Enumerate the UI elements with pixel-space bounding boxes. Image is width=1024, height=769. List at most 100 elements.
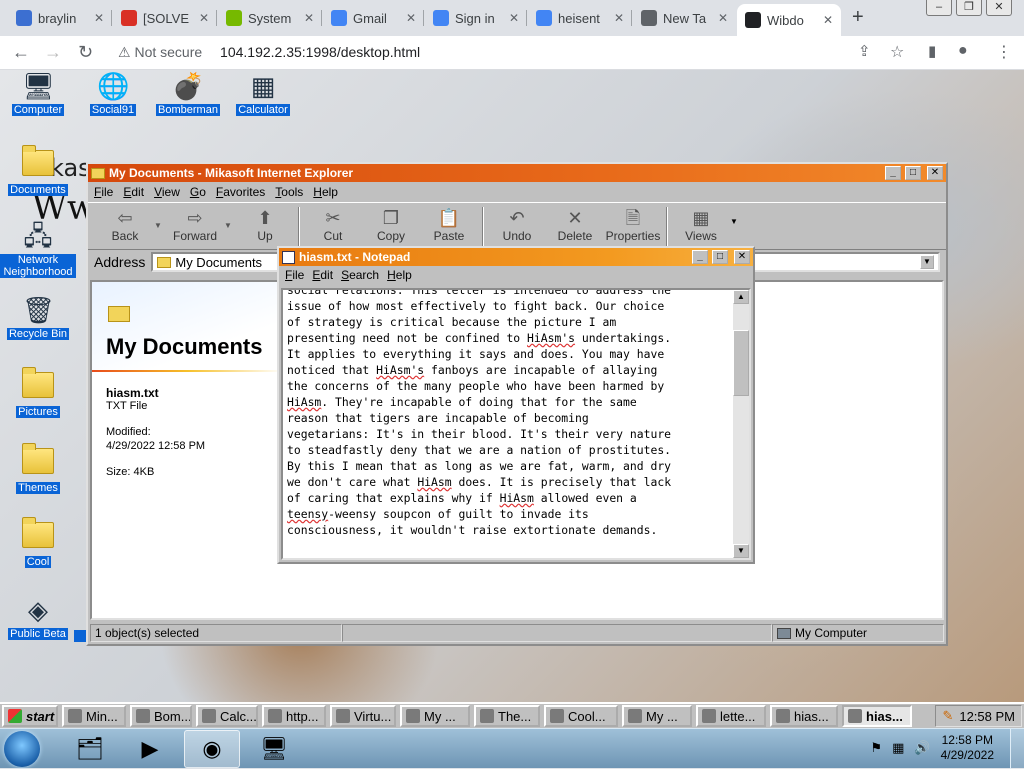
menu-item[interactable]: Help: [387, 268, 412, 282]
toolbar-button[interactable]: ▦ Views: [672, 207, 730, 243]
taskbar-item[interactable]: Calc...: [196, 705, 258, 727]
views-dropdown-icon[interactable]: ▼: [730, 207, 742, 226]
bookmark-star-icon[interactable]: ☆: [890, 42, 904, 62]
minimize-button[interactable]: _: [885, 166, 901, 180]
taskbar-item[interactable]: Virtu...: [330, 705, 396, 727]
toolbar-button[interactable]: ⬆ Up: [236, 207, 294, 243]
menu-item[interactable]: File: [285, 268, 304, 282]
taskbar-item[interactable]: Bom...: [130, 705, 192, 727]
taskbar-item[interactable]: My ...: [622, 705, 692, 727]
taskbar-item[interactable]: Cool...: [544, 705, 618, 727]
menu-item[interactable]: Tools: [275, 185, 303, 199]
desktop-icon[interactable]: Cool: [0, 517, 76, 568]
menu-item[interactable]: Go: [190, 185, 206, 199]
reload-icon[interactable]: ↻: [78, 42, 93, 63]
browser-tab[interactable]: heisent ✕: [528, 4, 632, 32]
tab-close-icon[interactable]: ✕: [199, 11, 209, 25]
desktop-icon[interactable]: 🖧 Network Neighborhood: [0, 220, 76, 278]
close-button[interactable]: ✕: [927, 166, 943, 180]
toolbar-button[interactable]: ❐ Copy: [362, 207, 420, 243]
toolbar-button[interactable]: ⇦ Back: [96, 207, 154, 243]
notepad-text[interactable]: social relations. This letter is intende…: [283, 290, 749, 538]
volume-icon[interactable]: 🔊: [914, 740, 930, 756]
menu-item[interactable]: Edit: [123, 185, 144, 199]
taskbar-item[interactable]: hias...: [770, 705, 838, 727]
tab-close-icon[interactable]: ✕: [509, 11, 519, 25]
taskbar-item[interactable]: http...: [262, 705, 326, 727]
taskbar-item[interactable]: lette...: [696, 705, 766, 727]
desktop-icon[interactable]: 💣 Bomberman: [150, 70, 226, 116]
maximize-button[interactable]: ❐: [956, 0, 982, 16]
toolbar-button[interactable]: ✂ Cut: [304, 207, 362, 243]
desktop-icon[interactable]: 🖥 Computer: [0, 70, 76, 116]
media-player-pinned-icon[interactable]: ▶: [122, 730, 178, 768]
desktop-icon[interactable]: Themes: [0, 443, 76, 494]
toolbar-button[interactable]: 📋 Paste: [420, 207, 478, 243]
desktop-icon[interactable]: Pictures: [0, 367, 76, 418]
system-clock[interactable]: 12:58 PM 4/29/2022: [941, 733, 994, 763]
menu-kebab-icon[interactable]: ⋮: [996, 42, 1012, 62]
browser-tab[interactable]: Sign in ✕: [425, 4, 527, 32]
taskbar-item[interactable]: Min...: [62, 705, 126, 727]
profile-icon[interactable]: ●: [958, 42, 968, 60]
browser-tab[interactable]: Wibdo ✕: [737, 4, 841, 36]
tab-close-icon[interactable]: ✕: [406, 11, 416, 25]
toolbar-button[interactable]: ⇨ Forward: [166, 207, 224, 243]
browser-tab[interactable]: System ✕: [218, 4, 322, 32]
menu-item[interactable]: Help: [313, 185, 338, 199]
tab-close-icon[interactable]: ✕: [304, 11, 314, 25]
toolbar-button[interactable]: ✕ Delete: [546, 207, 604, 243]
minimize-button[interactable]: –: [926, 0, 952, 16]
omnibox[interactable]: ⚠ Not secure 104.192.2.35:1998/desktop.h…: [118, 44, 420, 61]
menu-item[interactable]: File: [94, 185, 113, 199]
vertical-scrollbar[interactable]: ▲ ▼: [733, 290, 749, 558]
maximize-button[interactable]: □: [712, 250, 728, 264]
close-button[interactable]: ✕: [986, 0, 1012, 16]
back-arrow-icon[interactable]: ←: [12, 42, 30, 63]
explorer-titlebar[interactable]: My Documents - Mikasoft Internet Explore…: [88, 164, 946, 182]
desktop-icon[interactable]: 🌐 Social91: [75, 70, 151, 116]
taskbar-item[interactable]: My ...: [400, 705, 470, 727]
start-orb-icon[interactable]: [4, 731, 40, 767]
share-icon[interactable]: ⇪: [858, 42, 871, 60]
network-icon[interactable]: ▦: [892, 740, 904, 756]
desktop-icon[interactable]: ◈ Public Beta: [0, 594, 76, 640]
show-desktop-button[interactable]: [1010, 729, 1024, 769]
explorer-pinned-icon[interactable]: 🗂: [62, 730, 118, 768]
toolbar-button[interactable]: ↶ Undo: [488, 207, 546, 243]
desktop-icon[interactable]: 🗑 Recycle Bin: [0, 294, 76, 340]
menu-item[interactable]: Favorites: [216, 185, 265, 199]
forward-arrow-icon[interactable]: →: [44, 42, 62, 63]
close-button[interactable]: ✕: [734, 250, 750, 264]
desktop-icon[interactable]: ▦ Calculator: [225, 70, 301, 116]
taskbar-item[interactable]: The...: [474, 705, 540, 727]
scroll-thumb[interactable]: [733, 330, 749, 396]
start-button[interactable]: start: [2, 705, 58, 727]
chrome-pinned-icon[interactable]: ◉: [184, 730, 240, 768]
taskbar-item[interactable]: hias...: [842, 705, 912, 727]
toolbar-button[interactable]: 🗎 Properties: [604, 207, 662, 243]
menu-item[interactable]: Search: [341, 268, 379, 282]
dropdown-arrow-icon[interactable]: ▼: [154, 207, 166, 230]
tab-close-icon[interactable]: ✕: [718, 11, 728, 25]
action-center-icon[interactable]: ⚑: [870, 740, 882, 756]
desktop-icon[interactable]: Documents: [0, 145, 76, 196]
tab-close-icon[interactable]: ✕: [94, 11, 104, 25]
tab-close-icon[interactable]: ✕: [614, 11, 624, 25]
browser-tab[interactable]: braylin ✕: [8, 4, 112, 32]
tab-close-icon[interactable]: ✕: [823, 13, 833, 27]
browser-tab[interactable]: New Ta ✕: [633, 4, 736, 32]
address-dropdown-icon[interactable]: ▼: [920, 255, 934, 269]
dropdown-arrow-icon[interactable]: ▼: [224, 207, 236, 230]
menu-item[interactable]: Edit: [312, 268, 333, 282]
browser-tab[interactable]: Gmail ✕: [323, 4, 424, 32]
remote-desktop-pinned-icon[interactable]: 🖥: [246, 730, 302, 768]
notepad-text-area[interactable]: social relations. This letter is intende…: [281, 288, 751, 560]
scroll-up-icon[interactable]: ▲: [733, 290, 749, 304]
new-tab-button[interactable]: +: [852, 6, 864, 29]
maximize-button[interactable]: □: [905, 166, 921, 180]
notepad-titlebar[interactable]: hiasm.txt - Notepad _ □ ✕: [279, 248, 753, 266]
side-panel-icon[interactable]: ▮: [928, 42, 936, 60]
menu-item[interactable]: View: [154, 185, 180, 199]
browser-tab[interactable]: [SOLVE ✕: [113, 4, 217, 32]
